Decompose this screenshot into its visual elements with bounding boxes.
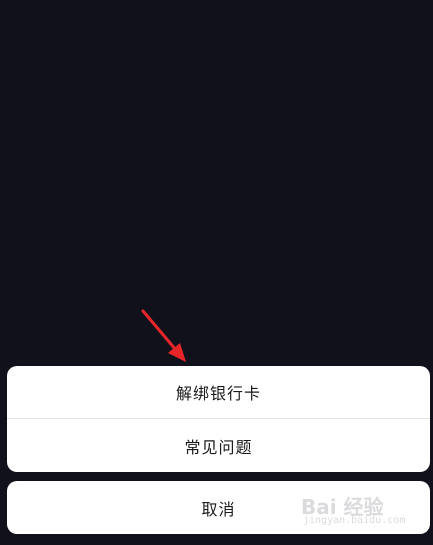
faq-button[interactable]: 常见问题 <box>7 419 430 472</box>
faq-label: 常见问题 <box>184 437 253 457</box>
cancel-label: 取消 <box>201 499 236 519</box>
unbind-bank-card-label: 解绑银行卡 <box>175 384 261 403</box>
cancel-button[interactable]: 取消 <box>7 481 430 534</box>
unbind-bank-card-button[interactable]: 解绑银行卡 <box>7 366 430 418</box>
action-sheet-options: 解绑银行卡 常见问题 <box>7 366 430 472</box>
